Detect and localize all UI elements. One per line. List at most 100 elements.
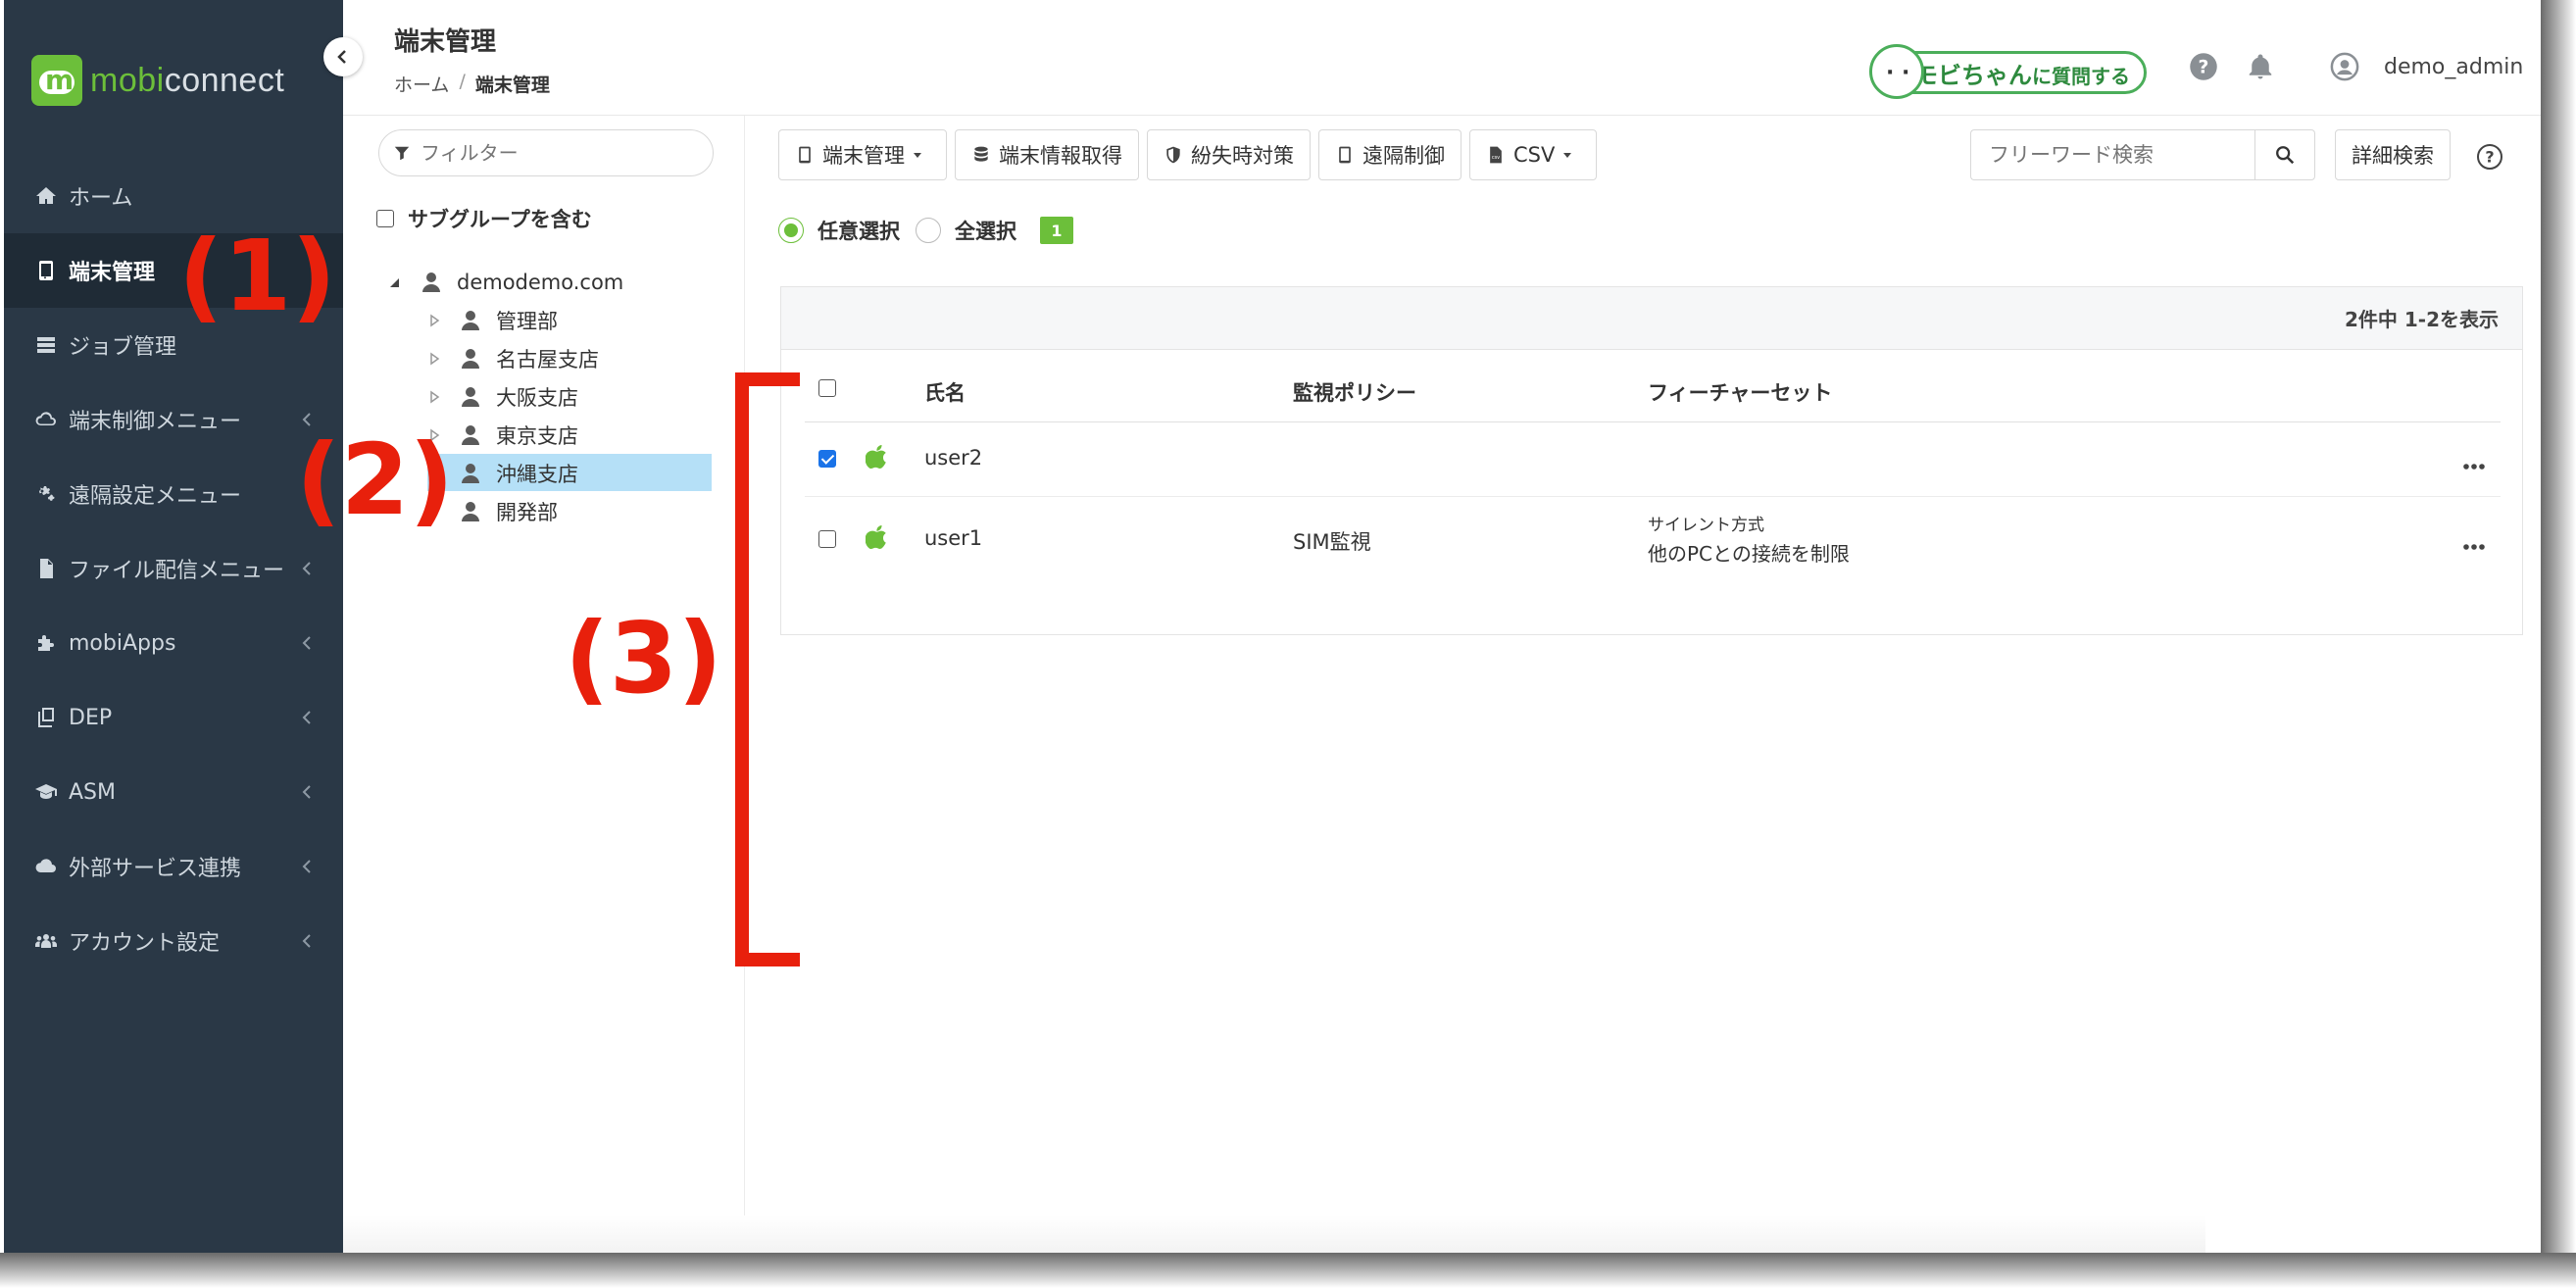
include-subgroups-checkbox[interactable]: [376, 210, 394, 227]
search-icon: [2276, 146, 2295, 165]
logo-mark-icon: [31, 55, 82, 106]
sidebar-item-label: 遠隔設定メニュー: [69, 484, 242, 509]
group-person-icon: [459, 309, 482, 332]
include-subgroups-option[interactable]: サブグループを含む: [376, 204, 592, 233]
cloud-signal-icon: [33, 407, 59, 432]
row-checkbox[interactable]: [818, 450, 836, 468]
username[interactable]: demo_admin: [2384, 55, 2523, 79]
tree-node-group[interactable]: 名古屋支店: [343, 339, 745, 377]
more-options-icon[interactable]: [2463, 532, 2485, 556]
tree-node-label: 沖縄支店: [496, 462, 578, 486]
breadcrumb-current: 端末管理: [474, 74, 550, 96]
csv-dropdown-button[interactable]: csv CSV: [1469, 129, 1598, 180]
sidebar-item-label: 端末管理: [69, 261, 156, 285]
table-summary-bar: 2件中 1-2を表示: [781, 287, 2522, 350]
select-all-rows-checkbox[interactable]: [818, 379, 836, 397]
row-name[interactable]: user1: [924, 526, 982, 550]
breadcrumb: ホーム / 端末管理: [394, 71, 550, 97]
cloud-icon: [33, 854, 59, 879]
sidebar-item-label: mobiApps: [69, 630, 176, 656]
search-input[interactable]: [1970, 129, 2254, 180]
breadcrumb-separator: /: [459, 71, 466, 92]
tree-node-label: 大阪支店: [496, 385, 578, 410]
button-label: 紛失時対策: [1191, 144, 1294, 168]
sidebar-item-device-control[interactable]: 端末制御メニュー: [4, 382, 343, 457]
sidebar-item-label: 外部サービス連携: [69, 857, 242, 881]
users-icon: [33, 928, 59, 954]
mobiconnect-logo[interactable]: mobiconnect: [31, 51, 284, 110]
graduation-cap-icon: [33, 779, 59, 805]
tree-filter[interactable]: [378, 129, 714, 176]
annotation-bracket: [735, 372, 800, 966]
advanced-search-button[interactable]: 詳細検索: [2335, 129, 2451, 180]
lost-device-measures-button[interactable]: 紛失時対策: [1147, 129, 1311, 180]
frame-shadow-bottom: [0, 1253, 2576, 1288]
row-policy: SIM監視: [1293, 530, 1371, 554]
chevron-left-icon: [300, 633, 314, 653]
button-label: 端末管理: [822, 144, 905, 168]
row-feature-set-method: サイレント方式: [1648, 516, 1764, 535]
logo-text: mobiconnect: [90, 62, 284, 100]
tree-collapsed-arrow-icon[interactable]: [427, 390, 441, 404]
table-row[interactable]: user1 SIM監視 サイレント方式 他のPCとの接続を制限: [805, 497, 2501, 585]
chevron-left-icon: [300, 708, 314, 727]
tree-root-node[interactable]: demodemo.com: [343, 263, 745, 301]
tree-collapsed-arrow-icon[interactable]: [427, 314, 441, 327]
group-person-icon: [459, 385, 482, 409]
server-icon: [33, 332, 59, 358]
sidebar-item-mobiapps[interactable]: mobiApps: [4, 606, 343, 680]
tree-node-group[interactable]: 大阪支店: [343, 377, 745, 416]
sidebar: mobiconnect ホーム 端末管理 ジョブ管理 端末: [4, 0, 343, 1253]
sidebar-item-label: DEP: [69, 705, 113, 730]
remote-control-button[interactable]: 遠隔制御: [1318, 129, 1461, 180]
more-options-icon[interactable]: [2463, 452, 2485, 475]
tree-expanded-arrow-icon[interactable]: [388, 275, 402, 289]
search-button[interactable]: [2254, 129, 2315, 180]
annotation-3: (3): [565, 601, 722, 716]
get-device-info-button[interactable]: 端末情報取得: [955, 129, 1139, 180]
tree-filter-input[interactable]: [421, 141, 695, 165]
csv-file-icon: csv: [1490, 146, 1502, 164]
select-all-label: 全選択: [955, 220, 1016, 243]
ai-assistant-button[interactable]: AIモビちゃんに質問する: [1869, 44, 2147, 99]
user-avatar-icon[interactable]: [2329, 51, 2360, 82]
puzzle-icon: [33, 630, 59, 656]
group-person-icon: [459, 500, 482, 523]
arbitrary-select-radio[interactable]: [778, 218, 804, 243]
table-summary: 2件中 1-2を表示: [2344, 308, 2499, 331]
tree-node-group[interactable]: 管理部: [343, 301, 745, 339]
apple-icon: [865, 524, 889, 555]
tree-collapsed-arrow-icon[interactable]: [427, 352, 441, 366]
column-header-name[interactable]: 氏名: [924, 377, 966, 407]
chevron-left-icon: [300, 782, 314, 802]
sidebar-item-label: ASM: [69, 779, 116, 805]
select-all-radio[interactable]: [916, 218, 941, 243]
mobile-icon: [799, 146, 811, 164]
sidebar-item-account-settings[interactable]: アカウント設定: [4, 904, 343, 978]
table-row[interactable]: user2: [805, 422, 2501, 497]
sidebar-item-remote-settings[interactable]: 遠隔設定メニュー: [4, 457, 343, 531]
action-toolbar: 端末管理 端末情報取得 紛失時対策 遠隔制御 csv CSV: [778, 129, 1598, 180]
sidebar-collapse-button[interactable]: [323, 37, 363, 76]
column-header-policy[interactable]: 監視ポリシー: [1293, 377, 1416, 407]
sidebar-item-file-distribution[interactable]: ファイル配信メニュー: [4, 531, 343, 606]
sidebar-item-external-services[interactable]: 外部サービス連携: [4, 829, 343, 904]
page-title: 端末管理: [394, 27, 497, 57]
device-management-dropdown-button[interactable]: 端末管理: [778, 129, 947, 180]
tree-node-label: 管理部: [496, 309, 558, 333]
sidebar-item-dep[interactable]: DEP: [4, 680, 343, 755]
logo-text-b: connect: [164, 61, 285, 99]
group-person-icon: [459, 423, 482, 447]
logo-text-a: mobi: [90, 61, 165, 99]
row-checkbox[interactable]: [818, 530, 836, 548]
question-circle-icon[interactable]: ?: [2476, 143, 2503, 171]
bell-icon[interactable]: [2245, 51, 2276, 82]
sidebar-item-label: 端末制御メニュー: [69, 410, 242, 434]
row-name[interactable]: user2: [924, 446, 982, 470]
column-header-feature-set[interactable]: フィーチャーセット: [1648, 377, 1832, 407]
help-icon[interactable]: ?: [2188, 51, 2219, 82]
group-person-icon: [420, 271, 443, 294]
group-person-icon: [459, 347, 482, 371]
sidebar-item-asm[interactable]: ASM: [4, 755, 343, 829]
breadcrumb-home-link[interactable]: ホーム: [394, 71, 449, 97]
